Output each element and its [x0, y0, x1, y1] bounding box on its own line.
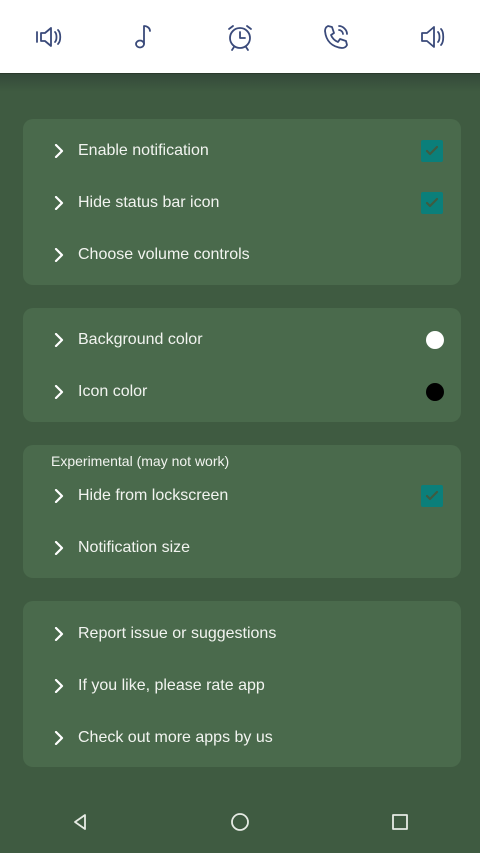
enable-notification-row[interactable]: Enable notification — [23, 125, 461, 177]
rate-app-label: If you like, please rate app — [78, 677, 265, 694]
icon-color-row[interactable]: Icon color — [23, 366, 461, 418]
experimental-section-header: Experimental (may not work) — [51, 453, 230, 469]
enable-notification-label: Enable notification — [78, 142, 209, 159]
icon-color-swatch[interactable] — [426, 383, 444, 401]
enable-notification-checkbox[interactable] — [421, 140, 443, 162]
chevron-right-icon — [52, 332, 66, 348]
background-color-label: Background color — [78, 331, 203, 348]
chevron-right-icon — [52, 730, 66, 746]
chevron-right-icon — [52, 384, 66, 400]
hide-status-bar-icon-label: Hide status bar icon — [78, 194, 220, 211]
background-color-swatch[interactable] — [426, 331, 444, 349]
back-button[interactable] — [60, 802, 100, 842]
volume-stream-toolbar — [0, 0, 480, 74]
hide-from-lockscreen-label: Hide from lockscreen — [78, 487, 229, 504]
chevron-right-icon — [52, 540, 66, 556]
experimental-settings-card: Experimental (may not work) Hide from lo… — [23, 445, 461, 578]
notification-size-row[interactable]: Notification size — [23, 522, 461, 574]
home-circle-icon — [231, 812, 249, 831]
toolbar-shadow — [0, 74, 480, 92]
chevron-right-icon — [52, 247, 66, 263]
chevron-right-icon — [52, 626, 66, 642]
chevron-right-icon — [52, 488, 66, 504]
recents-button[interactable] — [380, 802, 420, 842]
speaker-volume-icon[interactable] — [412, 17, 452, 57]
chevron-right-icon — [52, 678, 66, 694]
more-apps-label: Check out more apps by us — [78, 729, 273, 746]
speaker-vibrate-icon[interactable] — [28, 17, 68, 57]
chevron-right-icon — [52, 143, 66, 159]
report-issue-label: Report issue or suggestions — [78, 625, 277, 642]
choose-volume-controls-row[interactable]: Choose volume controls — [23, 229, 461, 281]
rate-app-row[interactable]: If you like, please rate app — [23, 660, 461, 712]
hide-from-lockscreen-row[interactable]: Hide from lockscreen — [23, 470, 461, 522]
phone-ringing-icon[interactable] — [316, 17, 356, 57]
report-issue-row[interactable]: Report issue or suggestions — [23, 608, 461, 660]
notification-size-label: Notification size — [78, 539, 191, 556]
about-settings-card: Report issue or suggestions If you like,… — [23, 601, 461, 767]
notification-settings-card: Enable notification Hide status bar icon… — [23, 119, 461, 285]
icon-color-label: Icon color — [78, 383, 148, 400]
choose-volume-controls-label: Choose volume controls — [78, 246, 250, 263]
hide-from-lockscreen-checkbox[interactable] — [421, 485, 443, 507]
home-button[interactable] — [220, 802, 260, 842]
back-triangle-icon — [74, 813, 86, 830]
recents-square-icon — [392, 813, 408, 830]
hide-status-bar-icon-row[interactable]: Hide status bar icon — [23, 177, 461, 229]
chevron-right-icon — [52, 195, 66, 211]
system-navigation-bar — [0, 790, 480, 853]
alarm-clock-icon[interactable] — [220, 17, 260, 57]
hide-status-bar-icon-checkbox[interactable] — [421, 192, 443, 214]
background-color-row[interactable]: Background color — [23, 314, 461, 366]
appearance-settings-card: Background color Icon color — [23, 308, 461, 422]
music-note-icon[interactable] — [124, 17, 164, 57]
more-apps-row[interactable]: Check out more apps by us — [23, 712, 461, 764]
